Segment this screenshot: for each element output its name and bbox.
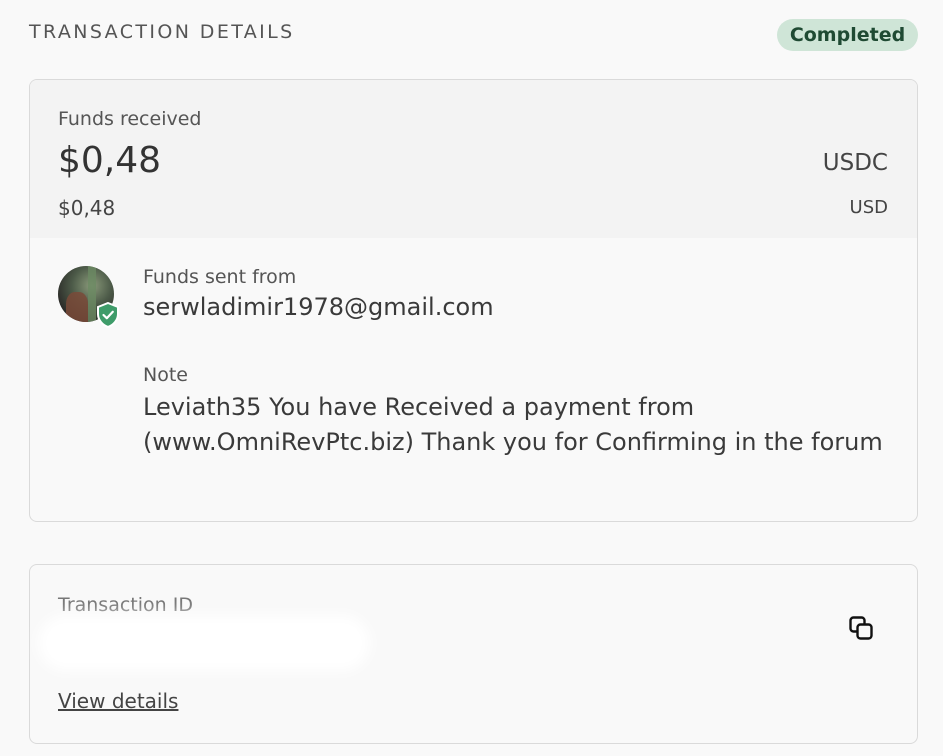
transaction-id-label: Transaction ID — [58, 594, 193, 616]
note-label: Note — [143, 364, 188, 386]
transaction-id-redacted — [46, 623, 362, 663]
amount-value: $0,48 — [58, 140, 162, 181]
amount-section: Funds received $0,48 USDC $0,48 USD — [30, 80, 917, 238]
funds-received-label: Funds received — [58, 108, 202, 130]
converted-amount-currency: USD — [849, 197, 888, 218]
avatar — [58, 266, 119, 328]
transaction-summary-card: Funds received $0,48 USDC $0,48 USD Fund… — [29, 79, 918, 522]
amount-currency: USDC — [822, 150, 888, 176]
shield-check-icon — [97, 302, 119, 328]
funds-sent-from-label: Funds sent from — [143, 266, 297, 288]
converted-amount-value: $0,48 — [58, 196, 116, 220]
transaction-id-card: Transaction ID View details — [29, 564, 918, 744]
transaction-details-page: TRANSACTION DETAILS Completed Funds rece… — [0, 0, 943, 756]
view-details-link[interactable]: View details — [58, 689, 178, 713]
copy-icon[interactable] — [848, 615, 874, 641]
sender-email: serwladimir1978@gmail.com — [143, 293, 494, 321]
page-title: TRANSACTION DETAILS — [29, 21, 295, 43]
note-text: Leviath35 You have Received a payment fr… — [143, 393, 883, 456]
status-badge: Completed — [777, 19, 918, 51]
